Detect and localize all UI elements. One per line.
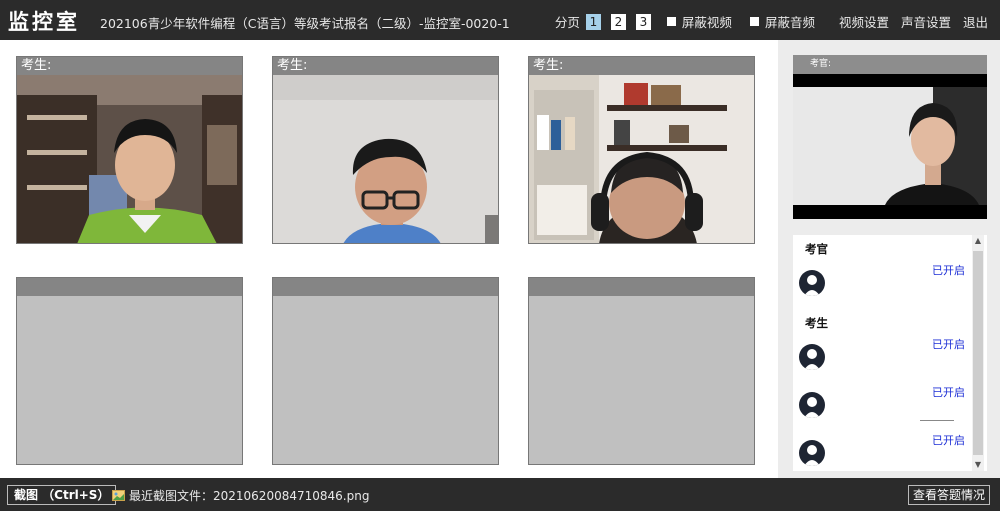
audio-settings-link[interactable]: 声音设置: [901, 12, 951, 31]
scroll-thumb[interactable]: [973, 251, 983, 455]
mask-audio-toggle[interactable]: 屏蔽音频: [749, 12, 815, 31]
status-label: 已开启: [932, 264, 965, 277]
image-file-icon: [112, 490, 125, 501]
participant-row: 已开启: [799, 434, 971, 466]
tile-header: [529, 278, 754, 296]
tile-header: 考生:: [17, 57, 242, 75]
examiner-video: [793, 87, 987, 205]
divider: [920, 420, 954, 421]
bottom-bar: 截图 （Ctrl+S） 最近截图文件：20210620084710846.png…: [0, 478, 1000, 511]
examinee-video: [273, 75, 498, 243]
participant-row: 已开启: [799, 338, 971, 370]
tile-header: [17, 278, 242, 296]
examiner-camera: 考官:: [793, 55, 987, 219]
empty-tile: [528, 277, 755, 465]
sidebar: 考官: 考官 已开启 考生 已开启 已开启 已开启 ▲ ▼: [778, 40, 1000, 478]
screenshot-button[interactable]: 截图 （Ctrl+S）: [7, 485, 117, 505]
examinee-video: [529, 75, 754, 243]
page-2-button[interactable]: 2: [610, 13, 626, 30]
scroll-up-icon[interactable]: ▲: [972, 235, 984, 247]
examiner-section-title: 考官: [805, 242, 828, 256]
camera-header: 考官:: [793, 55, 987, 74]
avatar: [799, 270, 825, 296]
mask-video-label: 屏蔽视频: [681, 15, 732, 30]
avatar: [799, 392, 825, 418]
app-title: 监控室: [8, 10, 80, 34]
video-settings-link[interactable]: 视频设置: [839, 12, 889, 31]
page-1-button[interactable]: 1: [585, 13, 601, 30]
participant-row: 已开启: [799, 386, 971, 418]
logout-link[interactable]: 退出: [963, 12, 988, 31]
avatar: [799, 344, 825, 370]
examinee-tile[interactable]: 考生:: [272, 56, 499, 244]
mask-video-toggle[interactable]: 屏蔽视频: [666, 12, 732, 31]
tile-header: 考生:: [273, 57, 498, 75]
empty-tile: [16, 277, 243, 465]
pager-label: 分页: [554, 15, 580, 30]
recent-screenshot-label: 最近截图文件：20210620084710846.png: [129, 489, 370, 503]
view-answers-button[interactable]: 查看答题情况: [907, 485, 990, 505]
status-label: 已开启: [932, 386, 965, 399]
list-scrollbar[interactable]: ▲ ▼: [972, 235, 984, 471]
recent-screenshot[interactable]: 最近截图文件：20210620084710846.png: [112, 487, 369, 504]
top-nav: 分页 1 2 3 屏蔽视频 屏蔽音频 视频设置 声音设置 退出: [555, 12, 988, 31]
examinee-tile[interactable]: 考生:: [16, 56, 243, 244]
scroll-down-icon[interactable]: ▼: [972, 459, 984, 471]
tile-header: 考生:: [529, 57, 754, 75]
top-bar: 监控室 202106青少年软件编程（C语言）等级考试报名（二级）-监控室-002…: [0, 0, 1000, 40]
monitor-grid: 考生: 考生: 考生:: [0, 40, 778, 478]
examinee-tile[interactable]: 考生:: [528, 56, 755, 244]
mask-audio-checkbox[interactable]: [749, 17, 759, 26]
status-label: 已开启: [932, 338, 965, 351]
participant-row: 已开启: [799, 264, 971, 296]
mask-audio-label: 屏蔽音频: [764, 15, 815, 30]
examinee-video: [17, 75, 242, 243]
page-3-button[interactable]: 3: [635, 13, 651, 30]
mask-video-checkbox[interactable]: [666, 17, 676, 26]
empty-tile: [272, 277, 499, 465]
participant-list: 考官 已开启 考生 已开启 已开启 已开启: [793, 235, 987, 471]
tile-header: [273, 278, 498, 296]
examinee-section-title: 考生: [805, 316, 828, 330]
exam-title: 202106青少年软件编程（C语言）等级考试报名（二级）-监控室-0020-1: [100, 16, 510, 31]
avatar: [799, 440, 825, 466]
status-label: 已开启: [932, 434, 965, 447]
